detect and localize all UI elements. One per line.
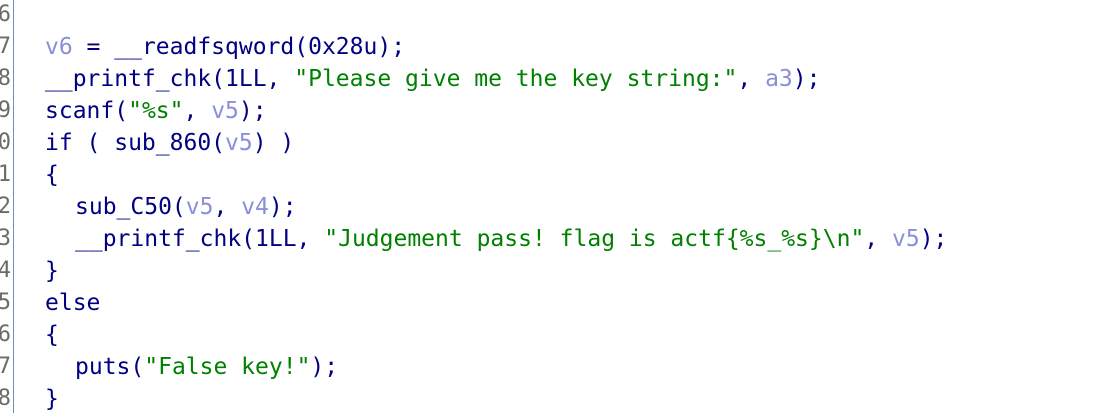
variable-token[interactable]: v5 [186, 194, 214, 220]
code-line[interactable]: { [45, 319, 59, 351]
code-token[interactable]: scanf( [45, 98, 128, 124]
variable-token[interactable]: v4 [241, 194, 269, 220]
code-token[interactable]: sub_C50( [75, 194, 186, 220]
code-line[interactable]: v6 = __readfsqword(0x28u); [45, 31, 405, 63]
code-line[interactable]: sub_C50(v5, v4); [45, 191, 297, 223]
line-number: 7 [0, 351, 11, 383]
line-number: 1 [0, 159, 11, 191]
code-area[interactable]: v6 = __readfsqword(0x28u); __printf_chk(1… [45, 0, 1096, 413]
variable-token[interactable]: v5 [892, 226, 920, 252]
code-token[interactable]: ); [310, 354, 338, 380]
line-number-gutter: 6789012345678 [0, 0, 14, 413]
code-token[interactable]: ) ) [253, 130, 295, 156]
line-number: 6 [0, 319, 11, 351]
code-line[interactable]: else [45, 287, 100, 319]
code-line[interactable]: } [45, 255, 59, 287]
code-token[interactable]: puts( [75, 354, 144, 380]
string-literal[interactable]: "Please give me the key string:" [294, 66, 737, 92]
code-line[interactable]: { [45, 159, 59, 191]
code-line[interactable]: } [45, 383, 59, 415]
code-token[interactable]: , [213, 194, 241, 220]
code-token[interactable]: , [737, 66, 765, 92]
code-token[interactable]: { [45, 162, 59, 188]
code-line[interactable]: puts("False key!"); [45, 351, 338, 383]
line-number: 9 [0, 95, 11, 127]
string-literal[interactable]: "%s" [128, 98, 183, 124]
variable-token[interactable]: v5 [225, 130, 253, 156]
string-literal[interactable]: "False key!" [144, 354, 310, 380]
code-line[interactable]: if ( sub_860(v5) ) [45, 127, 294, 159]
code-token[interactable]: if ( sub_860( [45, 130, 225, 156]
code-token[interactable]: { [45, 322, 59, 348]
code-token[interactable]: ); [793, 66, 821, 92]
code-token[interactable]: ); [239, 98, 267, 124]
code-token[interactable]: __printf_chk(1LL, [75, 226, 324, 252]
line-number: 5 [0, 287, 11, 319]
code-token[interactable]: , [183, 98, 211, 124]
code-token[interactable]: ); [269, 194, 297, 220]
code-line[interactable]: __printf_chk(1LL, "Judgement pass! flag … [45, 223, 947, 255]
code-token[interactable]: = __readfsqword(0x28u); [73, 34, 406, 60]
variable-token[interactable]: a3 [765, 66, 793, 92]
string-literal[interactable]: "Judgement pass! flag is actf{%s_%s}\n" [324, 226, 864, 252]
code-token[interactable]: else [45, 290, 100, 316]
code-token[interactable]: __printf_chk(1LL, [45, 66, 294, 92]
line-number: 0 [0, 127, 11, 159]
line-number: 8 [0, 63, 11, 95]
line-number: 6 [0, 0, 11, 31]
line-number: 3 [0, 223, 11, 255]
line-number: 7 [0, 31, 11, 63]
variable-token[interactable]: v6 [45, 34, 73, 60]
code-token[interactable]: } [45, 258, 59, 284]
line-number: 4 [0, 255, 11, 287]
variable-token[interactable]: v5 [211, 98, 239, 124]
pseudocode-editor[interactable]: 6789012345678 v6 = __readfsqword(0x28u);… [0, 0, 1096, 413]
line-number: 8 [0, 383, 11, 413]
code-token[interactable]: , [864, 226, 892, 252]
code-line[interactable]: scanf("%s", v5); [45, 95, 267, 127]
code-token[interactable]: ); [920, 226, 948, 252]
code-token[interactable]: } [45, 386, 59, 412]
line-number: 2 [0, 191, 11, 223]
code-line[interactable]: __printf_chk(1LL, "Please give me the ke… [45, 63, 820, 95]
